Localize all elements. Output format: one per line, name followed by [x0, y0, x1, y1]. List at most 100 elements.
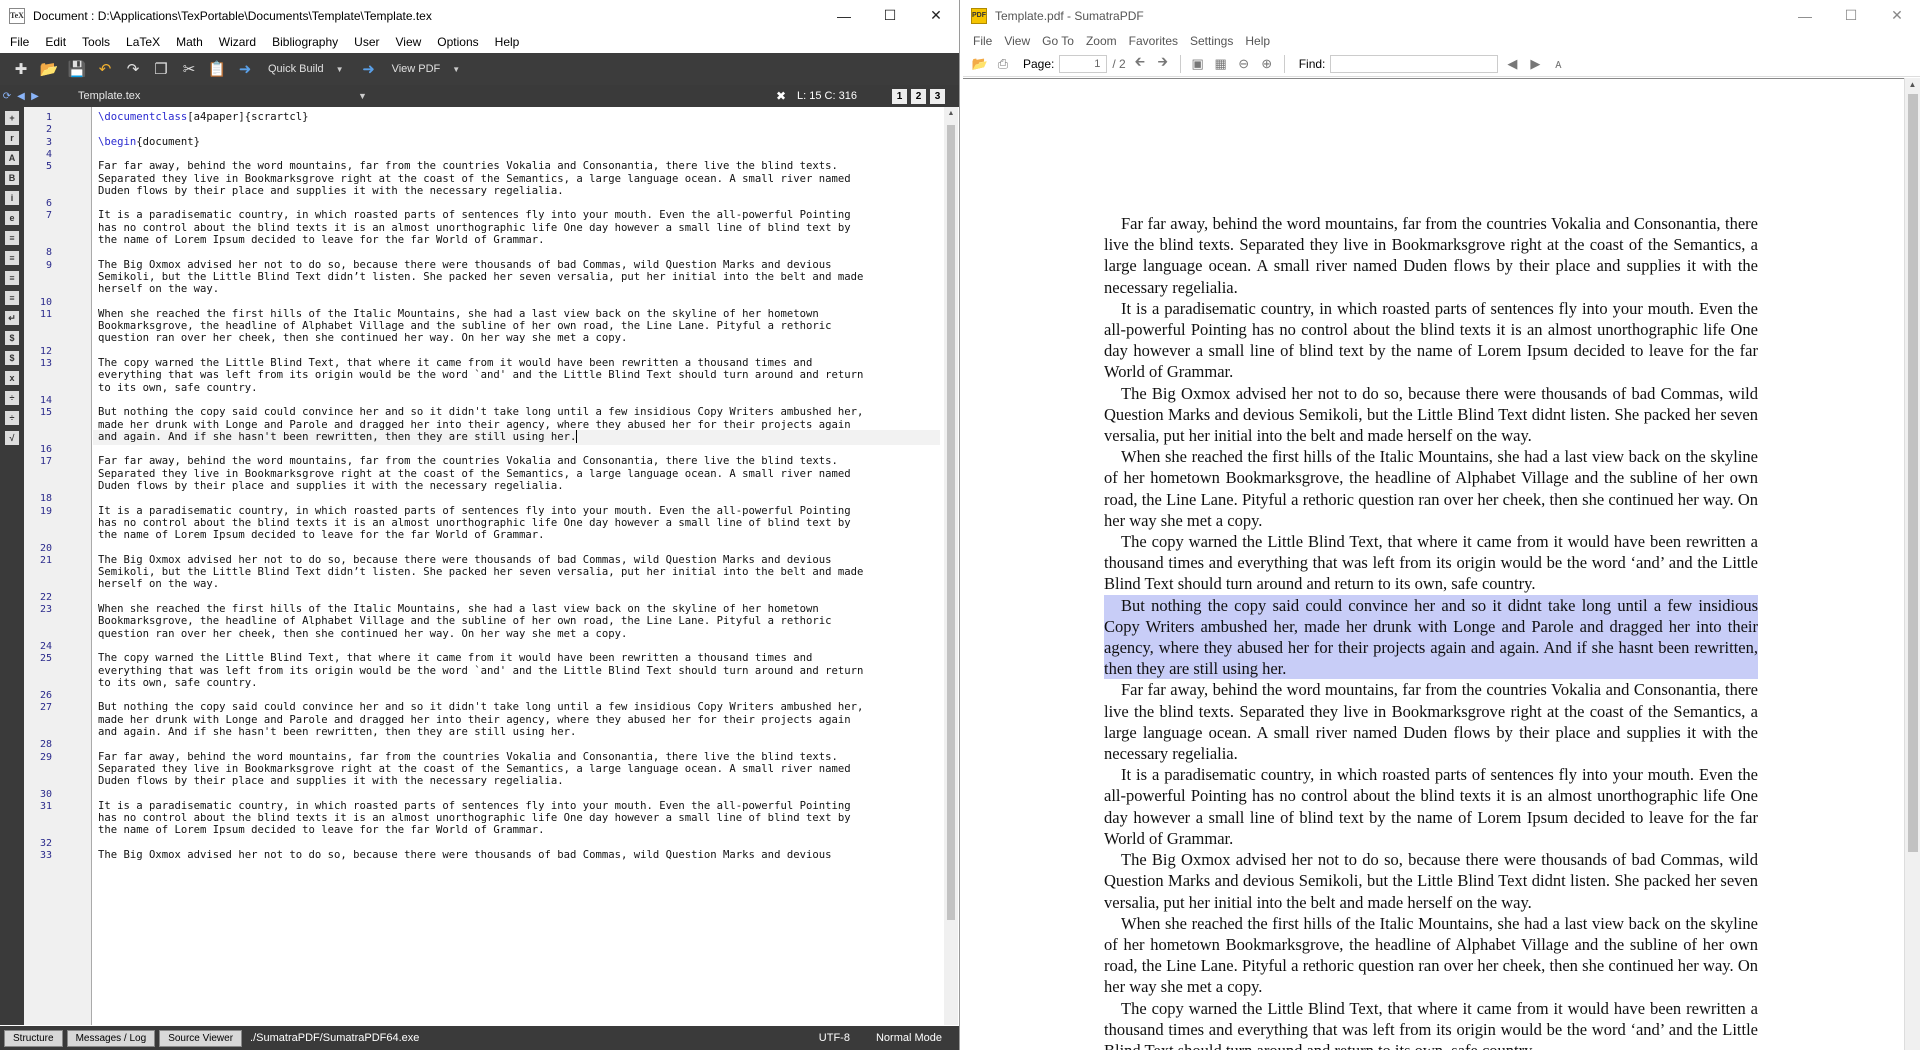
line-number: 19	[39, 505, 52, 517]
ref-icon[interactable]: r	[5, 131, 19, 145]
pdf-scrollbar[interactable]: ▲	[1904, 78, 1920, 1050]
menu-edit[interactable]: Edit	[37, 31, 74, 53]
code-text: everything that was left from its origin…	[98, 369, 864, 382]
menu-settings[interactable]: Settings	[1184, 34, 1239, 48]
menu-favorites[interactable]: Favorites	[1123, 34, 1184, 48]
power-icon[interactable]: x	[5, 371, 19, 385]
fit-width-icon[interactable]: ▦	[1212, 55, 1230, 73]
maximize-button[interactable]: ☐	[867, 0, 913, 31]
page-input[interactable]: 1	[1059, 54, 1108, 73]
build-arrow-icon[interactable]: ➜	[234, 58, 256, 80]
view-pdf-select[interactable]: View PDF	[386, 63, 447, 75]
italic-icon[interactable]: i	[5, 191, 19, 205]
tab-messages-log[interactable]: Messages / Log	[66, 1029, 156, 1047]
menu-file[interactable]: File	[967, 34, 998, 48]
match-case-icon[interactable]: ᴀ	[1549, 55, 1567, 73]
menu-view[interactable]: View	[998, 34, 1036, 48]
chevron-down-icon[interactable]: ▼	[336, 65, 344, 74]
chevron-down-icon[interactable]: ▼	[358, 91, 367, 101]
view-1-button[interactable]: 1	[892, 88, 907, 104]
save-icon[interactable]: 💾	[66, 58, 88, 80]
chevron-down-icon[interactable]: ▼	[452, 65, 460, 74]
sqrt-icon[interactable]: √	[5, 431, 19, 445]
align-left-icon[interactable]: ≡	[5, 231, 19, 245]
code-text: It is a paradisematic country, in which …	[98, 799, 851, 812]
line-number: 9	[45, 259, 52, 271]
code-text: made her drunk with Longe and Parole and…	[98, 713, 851, 726]
menu-help[interactable]: Help	[1239, 34, 1276, 48]
line-number: 25	[39, 653, 52, 665]
align-right-icon[interactable]: ≡	[5, 271, 19, 285]
minimize-button[interactable]: —	[1782, 0, 1828, 31]
tab-structure[interactable]: Structure	[4, 1029, 63, 1047]
paste-icon[interactable]: 📋	[206, 58, 228, 80]
menu-math[interactable]: Math	[168, 31, 211, 53]
code-line: herself on the way.	[98, 577, 219, 592]
zoom-in-icon[interactable]: ⊕	[1258, 55, 1276, 73]
align-center-icon[interactable]: ≡	[5, 251, 19, 265]
text-icon[interactable]: A	[5, 151, 19, 165]
refresh-icon[interactable]: ⟳	[0, 91, 14, 102]
new-file-icon[interactable]: ✚	[10, 58, 32, 80]
close-tab-icon[interactable]: ✖	[776, 89, 786, 103]
redo-icon[interactable]: ↷	[122, 58, 144, 80]
scroll-thumb[interactable]	[947, 125, 955, 920]
code-line: question ran over her cheek, then she co…	[98, 627, 627, 642]
code-text: Separated they live in Bookmarksgrove ri…	[98, 172, 851, 185]
find-input[interactable]	[1330, 54, 1499, 73]
menu-file[interactable]: File	[2, 31, 37, 53]
menu-bibliography[interactable]: Bibliography	[264, 31, 346, 53]
fraction-icon[interactable]: ÷	[5, 391, 19, 405]
prev-page-icon[interactable]: 🡰	[1131, 54, 1149, 73]
menu-user[interactable]: User	[346, 31, 387, 53]
scroll-up-icon[interactable]: ▲	[1905, 78, 1920, 92]
close-button[interactable]: ✕	[913, 0, 959, 31]
maximize-button[interactable]: ☐	[1828, 0, 1874, 31]
fraction2-icon[interactable]: ÷	[5, 411, 19, 425]
back-arrow-icon[interactable]: ◀	[14, 91, 28, 102]
insert-icon[interactable]: +	[5, 111, 19, 125]
editor-scrollbar[interactable]: ▲	[944, 107, 958, 1025]
next-page-icon[interactable]: 🡲	[1154, 54, 1172, 73]
list-icon[interactable]: ≡	[5, 291, 19, 305]
code-editor[interactable]: \documentclass[a4paper]{scrartcl} \begin{…	[93, 107, 940, 1025]
tab-source-viewer[interactable]: Source Viewer	[159, 1029, 243, 1047]
menu-wizard[interactable]: Wizard	[211, 31, 264, 53]
code-text: and again. And if she hasn't been rewrit…	[98, 430, 577, 443]
scroll-thumb[interactable]	[1908, 94, 1918, 852]
tab-template-tex[interactable]: Template.tex	[78, 90, 358, 102]
bold-icon[interactable]: B	[5, 171, 19, 185]
open-icon[interactable]: 📂	[971, 55, 989, 73]
print-icon[interactable]: ⎙	[994, 55, 1012, 73]
forward-arrow-icon[interactable]: ▶	[28, 91, 42, 102]
menu-latex[interactable]: LaTeX	[118, 31, 168, 53]
quick-build-select[interactable]: Quick Build	[262, 63, 330, 75]
close-button[interactable]: ✕	[1874, 0, 1920, 31]
menu-tools[interactable]: Tools	[74, 31, 118, 53]
emph-icon[interactable]: e	[5, 211, 19, 225]
view-3-button[interactable]: 3	[930, 88, 945, 104]
minimize-button[interactable]: —	[821, 0, 867, 31]
code-text: Far far away, behind the word mountains,…	[98, 160, 838, 173]
newline-icon[interactable]: ↵	[5, 311, 19, 325]
copy-icon[interactable]: ❐	[150, 58, 172, 80]
code-text: made her drunk with Longe and Parole and…	[98, 418, 851, 431]
undo-icon[interactable]: ↶	[94, 58, 116, 80]
math-inline-icon[interactable]: $	[5, 331, 19, 345]
find-prev-icon[interactable]: ◀	[1503, 55, 1521, 73]
menu-zoom[interactable]: Zoom	[1080, 34, 1123, 48]
find-next-icon[interactable]: ▶	[1526, 55, 1544, 73]
pdf-canvas[interactable]: Far far away, behind the word mountains,…	[963, 78, 1904, 1050]
scroll-up-icon[interactable]: ▲	[944, 107, 958, 121]
math-display-icon[interactable]: $	[5, 351, 19, 365]
view-arrow-icon[interactable]: ➜	[358, 58, 380, 80]
open-file-icon[interactable]: 📂	[38, 58, 60, 80]
menu-view[interactable]: View	[388, 31, 430, 53]
fit-page-icon[interactable]: ▣	[1189, 55, 1207, 73]
menu-go-to[interactable]: Go To	[1036, 34, 1080, 48]
menu-options[interactable]: Options	[429, 31, 486, 53]
cut-icon[interactable]: ✂	[178, 58, 200, 80]
view-2-button[interactable]: 2	[911, 88, 926, 104]
menu-help[interactable]: Help	[487, 31, 528, 53]
zoom-out-icon[interactable]: ⊖	[1235, 55, 1253, 73]
